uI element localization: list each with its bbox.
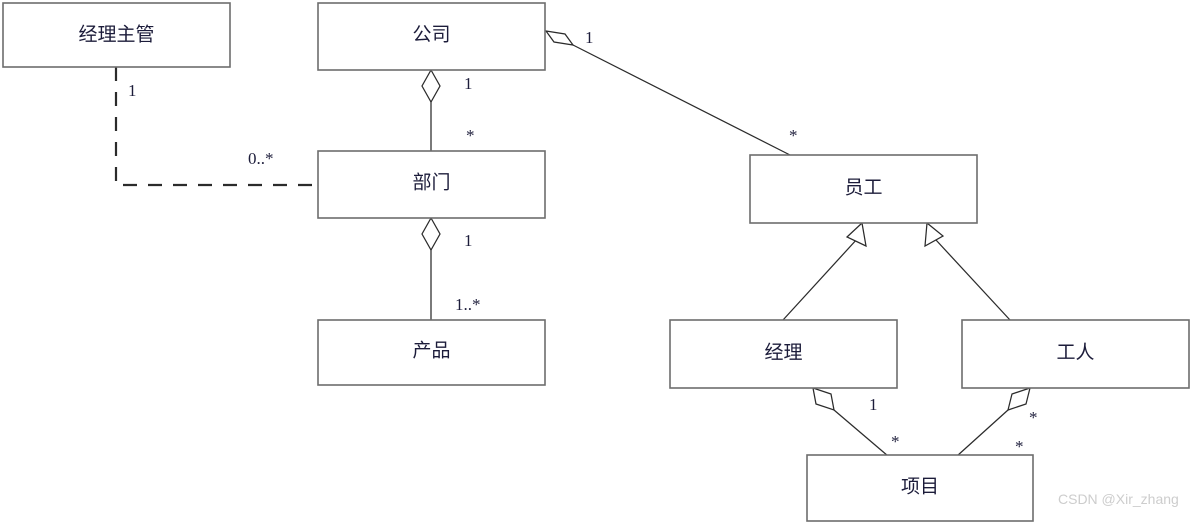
csdn-watermark: CSDN @Xir_zhang <box>1058 491 1179 507</box>
multiplicity-label-department-product: 1 <box>464 231 473 250</box>
class-node-department[interactable]: 部门 <box>317 150 546 219</box>
multiplicity-label-department-star: * <box>466 126 475 145</box>
relation-company-department <box>421 68 441 151</box>
class-name-project: 项目 <box>901 476 939 497</box>
aggregation-diamond-company <box>421 68 441 104</box>
relation-supervisor-department <box>114 67 318 187</box>
aggregation-diamond-company-employee <box>544 30 575 46</box>
class-node-product[interactable]: 产品 <box>317 319 546 386</box>
aggregation-diamond-department <box>421 216 441 252</box>
aggregation-diamond-manager <box>812 387 835 411</box>
multiplicity-label-manager-project: 1 <box>869 395 878 414</box>
class-node-worker[interactable]: 工人 <box>961 319 1190 389</box>
multiplicity-label-project-manager: * <box>891 432 900 451</box>
uml-class-diagram: 经理主管 公司 部门 产品 员工 经理 工人 项目 1 0..* 1 * 1 1… <box>0 0 1192 525</box>
class-name-manager: 经理 <box>764 341 802 363</box>
multiplicity-label-product: 1..* <box>455 295 481 314</box>
class-name-worker: 工人 <box>1056 341 1094 363</box>
generalization-line-manager-employee <box>782 237 859 321</box>
class-name-department: 部门 <box>412 171 450 193</box>
relation-worker-employee <box>924 221 1011 321</box>
class-name-company: 公司 <box>412 24 450 45</box>
generalization-arrow-worker <box>924 221 945 248</box>
aggregation-line-company-employee <box>572 44 791 156</box>
aggregation-line-worker-project <box>956 409 1009 457</box>
class-node-employee[interactable]: 员工 <box>749 154 978 224</box>
generalization-arrow-manager <box>845 221 867 248</box>
class-node-project[interactable]: 项目 <box>806 454 1034 522</box>
relation-department-product <box>421 216 441 320</box>
multiplicity-label-worker-project: * <box>1029 408 1038 427</box>
multiplicity-label-project-worker: * <box>1015 437 1024 456</box>
multiplicity-label-company-employee: 1 <box>585 28 594 47</box>
class-name-product: 产品 <box>412 339 450 361</box>
multiplicity-label-employee-star: * <box>789 126 798 145</box>
dependency-line-supervisor-department <box>114 67 318 187</box>
class-name-employee: 员工 <box>844 177 882 198</box>
diagram-canvas: 经理主管 公司 部门 产品 员工 经理 工人 项目 1 0..* 1 * 1 1… <box>2 2 1190 522</box>
class-node-company[interactable]: 公司 <box>317 2 546 71</box>
multiplicity-label-company-department: 1 <box>464 74 473 93</box>
multiplicity-label-supervisor: 1 <box>128 81 137 100</box>
class-node-manager-supervisor[interactable]: 经理主管 <box>2 2 231 68</box>
relation-manager-employee <box>782 221 867 321</box>
class-node-manager[interactable]: 经理 <box>669 319 898 389</box>
aggregation-diamond-worker <box>1007 387 1031 411</box>
generalization-line-worker-employee <box>935 239 1011 321</box>
multiplicity-label-department-dependency: 0..* <box>248 149 274 168</box>
relation-company-employee <box>544 30 791 156</box>
class-name-manager-supervisor: 经理主管 <box>78 23 154 45</box>
aggregation-line-manager-project <box>833 409 889 457</box>
